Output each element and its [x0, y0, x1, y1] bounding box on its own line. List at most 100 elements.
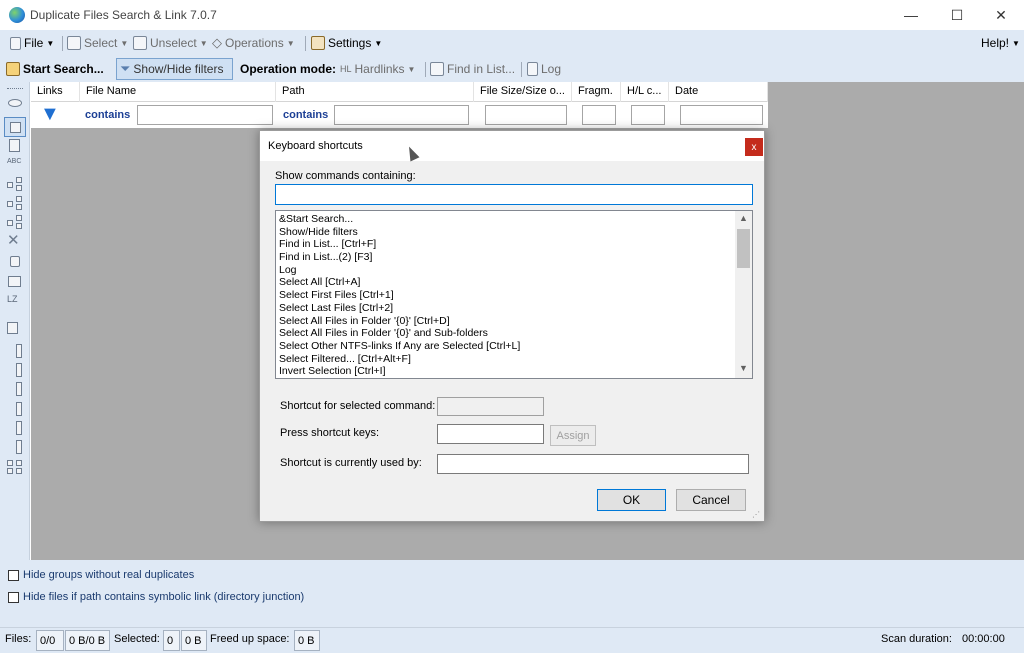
command-list-item[interactable]: Select All [Ctrl+A] [279, 276, 734, 289]
unselect-menu[interactable]: Unselect ▼ [133, 34, 208, 52]
column-file-name[interactable]: File Name [80, 82, 276, 102]
toolbar-separator [521, 62, 522, 77]
log-label: Log [541, 62, 562, 76]
dialog-title: Keyboard shortcuts [268, 140, 363, 152]
resize-grip-icon[interactable]: ⋰ [752, 510, 760, 519]
command-list[interactable]: &Start Search... Show/Hide filters Find in… [275, 210, 753, 379]
column-file-size[interactable]: File Size/Size o... [474, 82, 572, 102]
scrollbar-thumb[interactable] [737, 229, 750, 268]
list-expand-icon[interactable] [7, 440, 23, 454]
select-menu[interactable]: Select ▼ [67, 34, 128, 52]
command-list-item[interactable]: Select All Files in Folder '{0}' [Ctrl+D… [279, 315, 734, 328]
unselect-menu-label: Unselect [150, 36, 197, 50]
command-list-item[interactable]: Select All Files in Folder '{0}' and Sub… [279, 327, 734, 340]
chevron-down-icon: ▼ [407, 64, 416, 74]
tree-icon[interactable] [7, 177, 23, 191]
funnel-icon[interactable]: ▼ [40, 104, 60, 124]
find-in-list-button[interactable]: Find in List... [430, 60, 515, 78]
tools-icon [311, 36, 325, 50]
ok-button[interactable]: OK [597, 489, 666, 511]
cancel-button[interactable]: Cancel [676, 489, 746, 511]
copy-icon[interactable] [7, 139, 23, 153]
list-filter-icon[interactable] [7, 363, 23, 377]
scan-duration-value: 00:00:00 [962, 633, 1005, 645]
maximize-button[interactable]: ☐ [934, 0, 980, 30]
command-list-item[interactable]: Select Filtered... [Ctrl+Alt+F] [279, 353, 734, 366]
selected-label: Selected: [114, 633, 160, 645]
list-scrollbar[interactable]: ▲ ▼ [735, 211, 752, 378]
column-links[interactable]: Links [31, 82, 80, 102]
hide-symlink-checkbox[interactable] [8, 592, 19, 603]
command-list-item[interactable]: Select Other NTFS-links If Any are Selec… [279, 340, 734, 353]
select-icon [67, 36, 81, 50]
column-path[interactable]: Path [276, 82, 474, 102]
command-list-item[interactable]: Select Last Files [Ctrl+2] [279, 302, 734, 315]
list-sort-icon[interactable] [7, 421, 23, 435]
fragm-filter-input[interactable] [582, 105, 616, 125]
eye-icon[interactable] [7, 96, 23, 110]
column-hl-count[interactable]: H/L c... [621, 82, 669, 102]
dialog-close-button[interactable]: x [745, 138, 763, 156]
tree-cut-icon[interactable] [7, 215, 23, 229]
settings-menu[interactable]: Settings ▼ [311, 34, 382, 52]
status-bar: Files: 0/0 0 B/0 B Selected: 0 0 B Freed… [0, 627, 1024, 653]
dialog-title-bar: Keyboard shortcuts x [260, 131, 764, 162]
command-list-item[interactable]: Invert Selection [Ctrl+I] [279, 365, 734, 378]
settings-menu-label: Settings [328, 36, 372, 50]
command-list-item[interactable]: Select First Files [Ctrl+1] [279, 289, 734, 302]
log-button[interactable]: Log [527, 60, 561, 78]
hardlinks-button[interactable]: HL Hardlinks ▼ [340, 60, 415, 78]
list-down-icon[interactable] [7, 402, 23, 416]
command-list-item[interactable]: Show/Hide filters [279, 226, 734, 239]
filename-contains-label[interactable]: contains [85, 109, 130, 121]
command-list-item[interactable]: &Start Search... [279, 213, 734, 226]
lz-icon[interactable]: LZ [7, 294, 23, 308]
command-list-item[interactable]: Log [279, 264, 734, 277]
abc-icon[interactable]: ABC [7, 158, 23, 172]
list-icon[interactable] [7, 344, 23, 358]
filename-filter-input[interactable] [137, 105, 273, 125]
column-fragm[interactable]: Fragm. [572, 82, 621, 102]
path-contains-label[interactable]: contains [283, 109, 328, 121]
path-filter-input[interactable] [334, 105, 469, 125]
grid-icon[interactable] [7, 460, 23, 474]
command-list-item[interactable]: Find in List...(2) [F3] [279, 251, 734, 264]
size-filter-input[interactable] [485, 105, 567, 125]
grid-header: Links File Name Path File Size/Size o...… [31, 82, 768, 102]
scroll-up-icon[interactable]: ▲ [739, 213, 748, 223]
show-hide-filters-label: Show/Hide filters [133, 62, 224, 76]
delete-icon[interactable]: ✕ [7, 233, 23, 248]
shortcut-selected-label: Shortcut for selected command: [280, 400, 436, 412]
hide-symlink-label[interactable]: Hide files if path contains symbolic lin… [23, 591, 304, 603]
date-filter-input[interactable] [680, 105, 763, 125]
file-menu[interactable]: File ▼ [10, 34, 54, 52]
minimize-button[interactable]: — [888, 0, 934, 30]
menu-bar: File ▼ Select ▼ Unselect ▼ ◇ Operations … [0, 30, 1024, 56]
move-icon[interactable] [7, 274, 23, 288]
tree-link-icon[interactable] [7, 196, 23, 210]
copy-dropdown-icon[interactable] [7, 322, 23, 336]
file-icon [10, 36, 21, 50]
command-search-input[interactable] [275, 184, 753, 205]
scroll-down-icon[interactable]: ▼ [739, 363, 748, 373]
list-up-icon[interactable] [7, 382, 23, 396]
operations-menu[interactable]: ◇ Operations ▼ [212, 34, 295, 52]
assign-button[interactable]: Assign [550, 425, 596, 446]
hide-groups-checkbox[interactable] [8, 570, 19, 581]
help-menu[interactable]: Help! ▼ [981, 34, 1020, 52]
toolbar: Start Search... ⏷ Show/Hide filters Oper… [0, 56, 1024, 82]
menu-separator [305, 36, 306, 51]
column-date[interactable]: Date [669, 82, 768, 102]
recycle-icon[interactable] [7, 254, 23, 268]
command-items: &Start Search... Show/Hide filters Find in… [279, 213, 734, 378]
shortcut-keys-input[interactable] [437, 424, 544, 444]
close-button[interactable]: ✕ [978, 0, 1024, 30]
copy-group-icon[interactable] [4, 117, 26, 137]
command-list-item[interactable]: Find in List... [Ctrl+F] [279, 238, 734, 251]
hl-filter-input[interactable] [631, 105, 665, 125]
operation-mode-label: Operation mode: [240, 62, 337, 76]
hardlink-icon: HL [340, 64, 352, 74]
start-search-button[interactable]: Start Search... [6, 60, 104, 78]
freed-label: Freed up space: [210, 633, 290, 645]
hide-groups-label[interactable]: Hide groups without real duplicates [23, 569, 194, 581]
